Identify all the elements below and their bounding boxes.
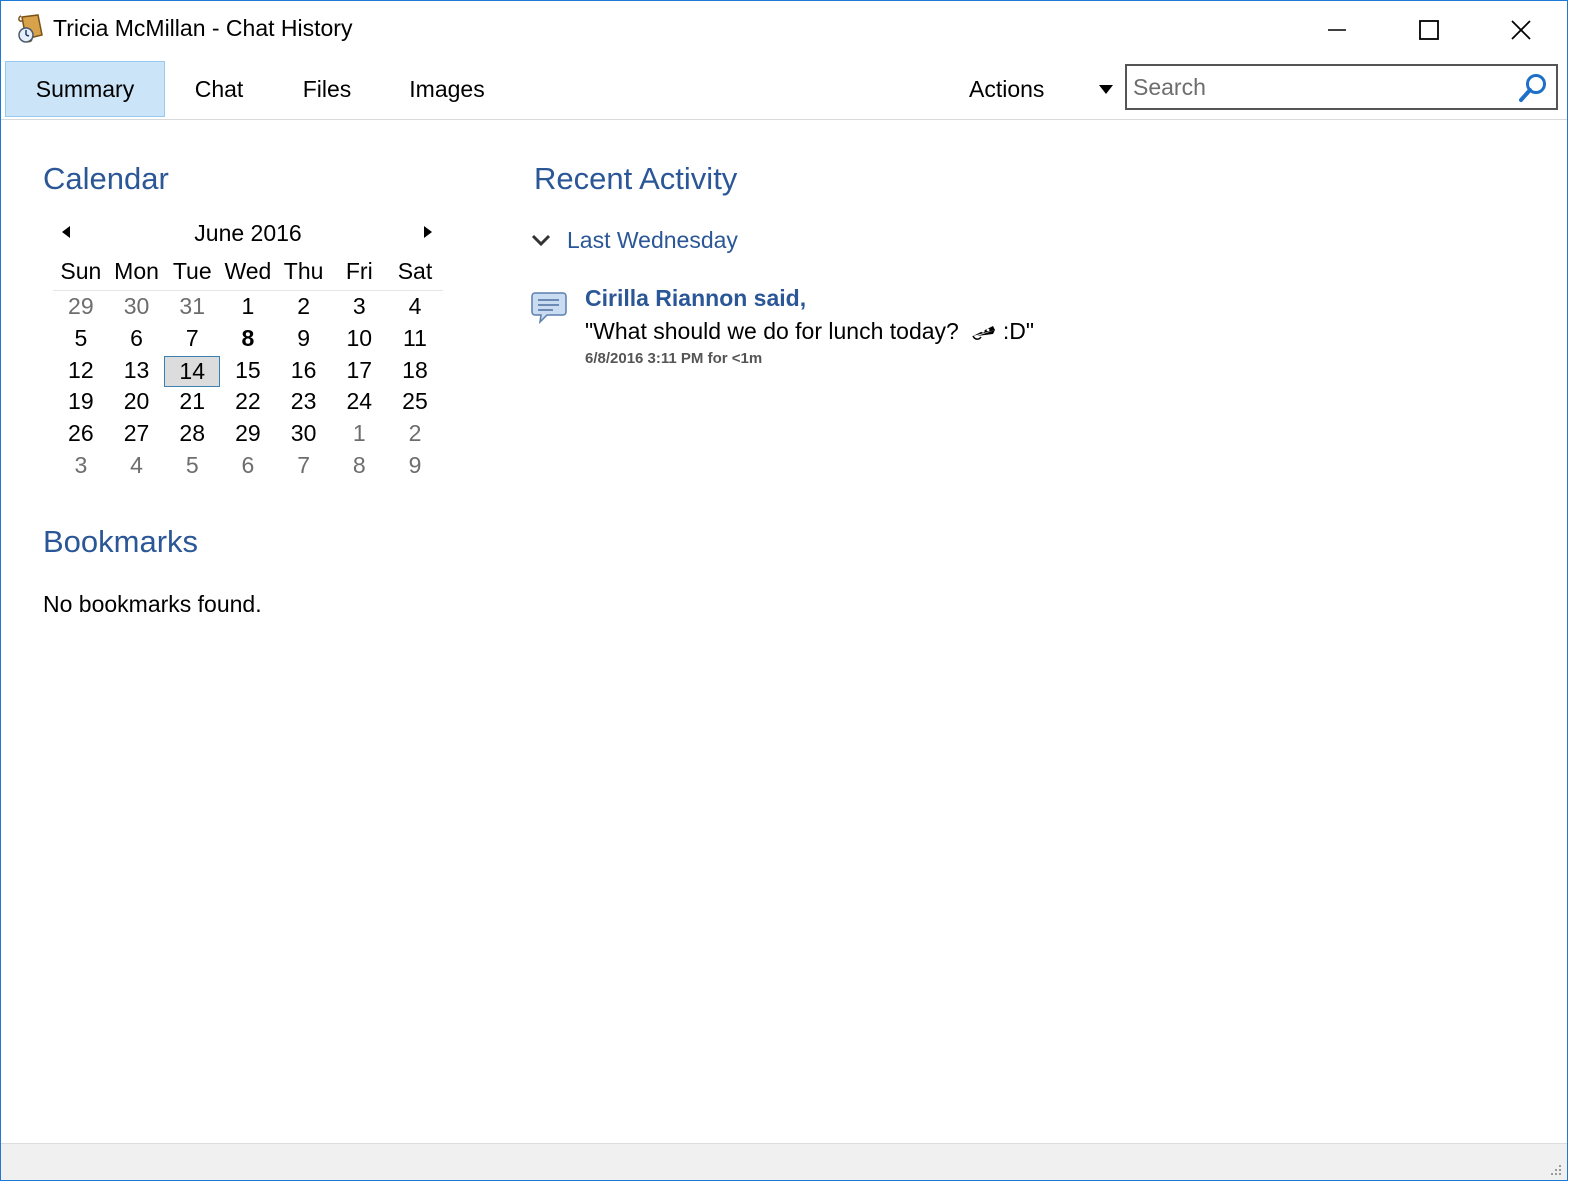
calendar-day[interactable]: 5: [53, 324, 109, 356]
calendar-day[interactable]: 10: [331, 324, 387, 356]
calendar-day[interactable]: 23: [276, 387, 332, 419]
tab-images[interactable]: Images: [381, 61, 513, 117]
weekday-label: Sun: [60, 258, 102, 284]
status-bar: [1, 1143, 1567, 1180]
calendar-day[interactable]: 29: [220, 419, 276, 451]
tab-chat[interactable]: Chat: [165, 61, 273, 117]
message-sender[interactable]: Cirilla Riannon said,: [585, 285, 806, 312]
calendar-day[interactable]: 4: [109, 451, 165, 483]
message-bubble-icon: [531, 292, 567, 325]
window-title: Tricia McMillan - Chat History: [53, 15, 353, 41]
calendar-day[interactable]: 13: [109, 356, 165, 388]
bookmarks-empty-text: No bookmarks found.: [43, 591, 262, 617]
bookmarks-heading: Bookmarks: [43, 524, 199, 559]
close-icon: [1511, 20, 1531, 40]
weekday-label: Tue: [172, 258, 212, 284]
search-box[interactable]: [1125, 64, 1558, 110]
calendar-day[interactable]: 4: [387, 292, 443, 324]
recent-activity-heading: Recent Activity: [534, 161, 738, 196]
calendar-day[interactable]: 30: [109, 292, 165, 324]
minimize-button[interactable]: [1291, 1, 1383, 59]
calendar-day[interactable]: 3: [331, 292, 387, 324]
day-group-header[interactable]: Last Wednesday: [531, 223, 738, 257]
calendar-day[interactable]: 8: [331, 451, 387, 483]
message-text-start: "What should we do for lunch today?: [585, 318, 959, 344]
tab-files[interactable]: Files: [273, 61, 381, 117]
calendar-day[interactable]: 12: [53, 356, 109, 388]
calendar-day[interactable]: 19: [53, 387, 109, 419]
calendar-day[interactable]: 31: [164, 292, 220, 324]
dropdown-arrow-icon[interactable]: [1098, 83, 1114, 95]
calendar-day[interactable]: 3: [53, 451, 109, 483]
calendar-day[interactable]: 16: [276, 356, 332, 388]
calendar-day-selected[interactable]: 14: [164, 355, 221, 388]
calendar-day[interactable]: 2: [387, 419, 443, 451]
search-input[interactable]: [1133, 70, 1503, 104]
title-bar[interactable]: Tricia McMillan - Chat History: [1, 1, 1567, 59]
calendar-month-label: June 2016: [194, 220, 302, 246]
weekday-label: Mon: [114, 258, 159, 284]
scroll-icon: [18, 14, 43, 43]
message-text-end: :D": [1002, 318, 1035, 344]
calendar-day[interactable]: 25: [387, 387, 443, 419]
calendar-day[interactable]: 24: [331, 387, 387, 419]
calendar-day[interactable]: 7: [276, 451, 332, 483]
calendar-day[interactable]: 20: [109, 387, 165, 419]
message-timestamp: 6/8/2016 3:11 PM for <1m: [585, 350, 763, 367]
resize-grip-icon[interactable]: [1547, 1161, 1563, 1177]
calendar-day[interactable]: 8: [220, 324, 276, 356]
calendar-day[interactable]: 22: [220, 387, 276, 419]
message-text: "What should we do for lunch today? :D": [585, 318, 1034, 345]
calendar-day[interactable]: 9: [387, 451, 443, 483]
day-group-label[interactable]: Last Wednesday: [567, 227, 738, 254]
chat-history-window: Tricia McMillan - Chat History Summary C…: [0, 0, 1568, 1181]
calendar-day[interactable]: 5: [164, 451, 220, 483]
calendar-day[interactable]: 11: [387, 324, 443, 356]
tab-summary[interactable]: Summary: [5, 61, 165, 117]
calendar-day[interactable]: 2: [276, 292, 332, 324]
tab-bar: Summary Chat Files Images Actions: [1, 59, 1567, 120]
calendar-day[interactable]: 21: [164, 387, 220, 419]
calendar-day[interactable]: 1: [331, 419, 387, 451]
calendar-day[interactable]: 26: [53, 419, 109, 451]
calendar-day-grid: 29 30 31 1 2 3 4 5 6 7 8 9 10 11 12 13 14 15 16 17 18 19 20 21 2…: [53, 292, 443, 483]
calendar-day[interactable]: 18: [387, 356, 443, 388]
calendar-heading: Calendar: [43, 161, 169, 196]
chevron-down-icon[interactable]: [531, 233, 551, 247]
weekday-label: Wed: [224, 258, 272, 284]
calendar-day[interactable]: 30: [276, 419, 332, 451]
calendar-day[interactable]: 9: [276, 324, 332, 356]
calendar-day[interactable]: 7: [164, 324, 220, 356]
maximize-icon: [1419, 20, 1439, 40]
weekday-label: Thu: [283, 258, 324, 284]
next-month-icon[interactable]: [421, 224, 435, 240]
calendar-day[interactable]: 6: [220, 451, 276, 483]
search-icon[interactable]: [1517, 72, 1549, 104]
calendar-day[interactable]: 1: [220, 292, 276, 324]
calendar-weekday-header: Sun Mon Tue Wed Thu Fri Sat: [53, 258, 443, 291]
calendar-day[interactable]: 6: [109, 324, 165, 356]
calendar-day[interactable]: 15: [220, 356, 276, 388]
calendar-day[interactable]: 27: [109, 419, 165, 451]
calendar-day[interactable]: 28: [164, 419, 220, 451]
maximize-button[interactable]: [1383, 1, 1475, 59]
close-button[interactable]: [1475, 1, 1567, 59]
minimize-icon: [1328, 29, 1346, 31]
pizza-icon: [972, 325, 995, 340]
calendar-day[interactable]: 29: [53, 292, 109, 324]
weekday-label: Sat: [397, 258, 433, 284]
calendar-day[interactable]: 17: [331, 356, 387, 388]
weekday-label: Fri: [345, 258, 373, 284]
actions-menu-button[interactable]: Actions: [969, 61, 1044, 117]
